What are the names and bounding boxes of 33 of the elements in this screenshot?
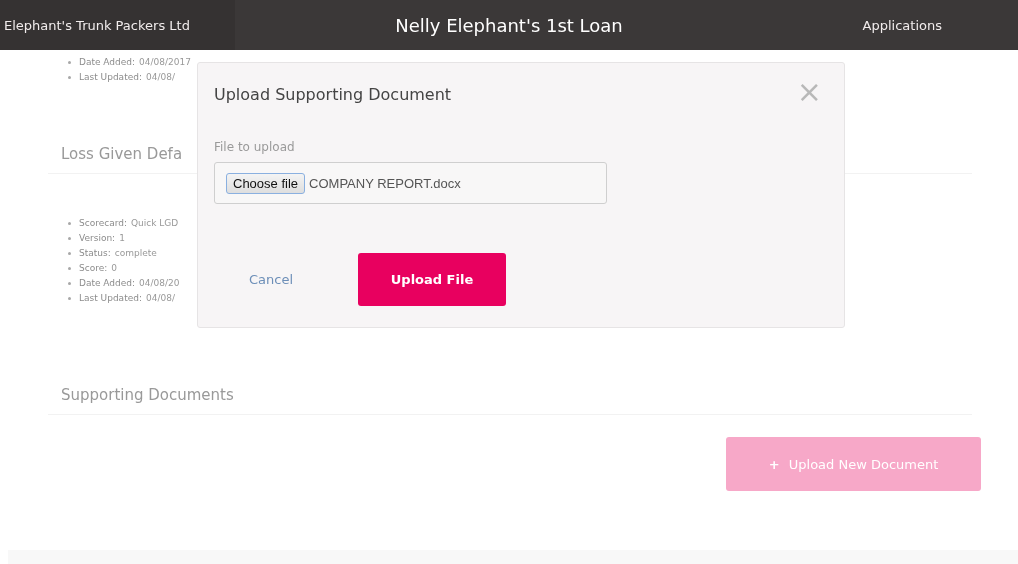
page-title: Nelly Elephant's 1st Loan: [395, 14, 623, 36]
detail-label: Date Added:: [79, 277, 136, 290]
detail-label: Score:: [79, 262, 108, 275]
bullet-icon: [68, 61, 71, 64]
detail-value: Quick LGD: [130, 217, 179, 230]
choose-file-button[interactable]: Choose file: [226, 172, 306, 194]
bullet-icon: [68, 252, 71, 255]
detail-label: Last Updated:: [79, 292, 142, 305]
bullet-icon: [68, 237, 71, 240]
detail-value: complete: [114, 247, 157, 260]
file-input-field[interactable]: Choose file COMPANY REPORT.docx: [214, 162, 607, 204]
detail-label: Status:: [79, 247, 111, 260]
bullet-icon: [68, 222, 71, 225]
bullet-icon: [68, 267, 71, 270]
bullet-icon: [68, 282, 71, 285]
file-name: COMPANY REPORT.docx: [309, 175, 461, 191]
detail-value: 1: [119, 232, 125, 245]
applications-link[interactable]: Applications: [862, 17, 942, 33]
bullet-icon: [68, 297, 71, 300]
company-name[interactable]: Elephant's Trunk Packers Ltd: [0, 0, 235, 50]
detail-label: Last Updated:: [79, 71, 142, 84]
detail-label: Scorecard:: [79, 217, 127, 230]
detail-value: 04/08/: [145, 292, 175, 305]
section-heading: Supporting Documents: [48, 386, 972, 415]
detail-label: Date Added:: [79, 56, 136, 69]
upload-file-button[interactable]: Upload File: [358, 253, 506, 306]
detail-value: 04/08/2017: [139, 56, 191, 69]
bullet-icon: [68, 76, 71, 79]
detail-value: 0: [111, 262, 117, 275]
dialog-title: Upload Supporting Document: [214, 85, 452, 104]
detail-label: Version:: [79, 232, 116, 245]
detail-value: 04/08/20: [139, 277, 180, 290]
detail-value: 04/08/: [145, 71, 175, 84]
